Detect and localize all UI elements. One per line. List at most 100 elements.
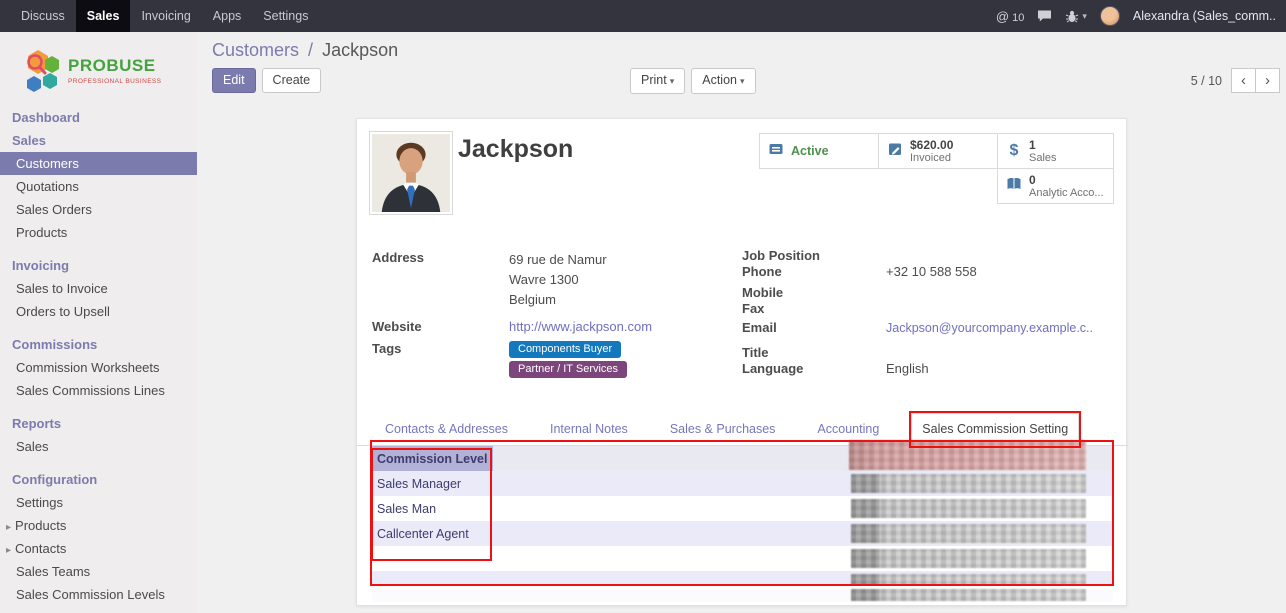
redacted-cell-value [851, 499, 1086, 518]
sidebar-item-sales-commissions-lines[interactable]: Sales Commissions Lines [0, 379, 197, 402]
sidebar-item-config-contacts[interactable]: ▸ Contacts [0, 537, 197, 560]
sidebar-item-commission-worksheets[interactable]: Commission Worksheets [0, 356, 197, 379]
sidebar-item-sales-orders[interactable]: Sales Orders [0, 198, 197, 221]
active-toggle-icon [768, 141, 784, 162]
analytic-accounts-stat-button[interactable]: 0 Analytic Acco... [997, 168, 1114, 204]
website-link[interactable]: http://www.jackpson.com [509, 319, 652, 334]
caret-down-icon: ▾ [740, 76, 745, 86]
record-pager: 5 / 10 ‹ › [1191, 68, 1280, 93]
probuse-logo-text: PROBUSE PROFESSIONAL BUSINESS [68, 56, 161, 85]
sidebar-item-config-products[interactable]: ▸Products [0, 514, 197, 537]
sidebar-section-sales[interactable]: Sales [0, 129, 197, 152]
analytic-count: 0 [1029, 173, 1104, 187]
action-dropdown-button[interactable]: Action▾ [691, 68, 755, 94]
table-row[interactable]: Sales Manager [372, 471, 1113, 496]
sales-count: 1 [1029, 138, 1057, 152]
breadcrumb-separator: / [308, 40, 313, 60]
control-panel: Edit Create Print▾ Action▾ 5 / 10 ‹ › [197, 68, 1286, 94]
sidebar-item-sales-commission-levels[interactable]: Sales Commission Levels [0, 583, 197, 606]
table-row-empty[interactable] [372, 546, 1113, 571]
tab-sales-purchases[interactable]: Sales & Purchases [660, 414, 786, 445]
sidebar-item-config-settings[interactable]: Settings [0, 491, 197, 514]
tag-components-buyer: Components Buyer [509, 341, 621, 358]
sidebar-item-products[interactable]: Products [0, 221, 197, 244]
user-avatar[interactable] [1100, 6, 1120, 26]
app-sidebar: PROBUSE PROFESSIONAL BUSINESS Dashboard … [0, 32, 197, 613]
address-country: Belgium [509, 290, 607, 310]
odoo-app-window: Discuss Sales Invoicing Apps Settings @1… [0, 0, 1286, 613]
top-menu-invoicing[interactable]: Invoicing [130, 0, 201, 32]
sidebar-item-reports-sales[interactable]: Sales [0, 435, 197, 458]
user-menu-label[interactable]: Alexandra (Sales_comm.. [1133, 9, 1276, 23]
commission-level-cell [372, 546, 493, 571]
address-field-label: Address [372, 250, 509, 310]
table-row[interactable]: Sales Man [372, 496, 1113, 521]
pager-previous-button[interactable]: ‹ [1231, 68, 1256, 93]
print-dropdown-button[interactable]: Print▾ [630, 68, 685, 94]
breadcrumb-current-record: Jackpson [322, 40, 398, 60]
sidebar-section-dashboard[interactable]: Dashboard [0, 106, 197, 129]
email-link[interactable]: Jackpson@yourcompany.example.c.. [886, 320, 1093, 336]
analytic-label: Analytic Acco... [1029, 187, 1104, 200]
topbar-right-tools: @10 ▾ Alexandra (Sales_comm.. [996, 0, 1286, 32]
redacted-cell-value [851, 524, 1086, 543]
top-menu-apps[interactable]: Apps [202, 0, 253, 32]
sidebar-item-quotations[interactable]: Quotations [0, 175, 197, 198]
sidebar-section-commissions[interactable]: Commissions [0, 333, 197, 356]
sidebar-item-sales-teams[interactable]: Sales Teams [0, 560, 197, 583]
table-row-empty[interactable] [372, 571, 1113, 584]
sidebar-section-configuration[interactable]: Configuration [0, 468, 197, 491]
invoice-pencil-icon [887, 141, 903, 162]
phone-field-value: +32 10 588 558 [886, 264, 977, 280]
redacted-footer-value [851, 589, 1086, 601]
sidebar-item-customers[interactable]: Customers [0, 152, 197, 175]
sidebar-item-sales-to-invoice[interactable]: Sales to Invoice [0, 277, 197, 300]
sidebar-menu: Dashboard Sales Customers Quotations Sal… [0, 106, 197, 606]
breadcrumb-customers-link[interactable]: Customers [212, 40, 299, 60]
redacted-header-value [849, 440, 1086, 470]
email-field-label: Email [742, 320, 886, 336]
mention-count-badge: 10 [1012, 12, 1024, 24]
sidebar-section-invoicing[interactable]: Invoicing [0, 254, 197, 277]
invoiced-stat-button[interactable]: $620.00 Invoiced [878, 133, 998, 169]
commission-levels-table: Commission Level Sales Manager Sales Man… [372, 446, 1113, 585]
tab-contacts-addresses[interactable]: Contacts & Addresses [375, 414, 518, 445]
tags-field-label: Tags [372, 341, 509, 378]
sidebar-item-orders-to-upsell[interactable]: Orders to Upsell [0, 300, 197, 323]
expand-arrow-icon: ▸ [6, 545, 11, 556]
logo-brand-name: PROBUSE [68, 56, 161, 76]
commission-level-cell [372, 571, 493, 584]
tag-partner-it-services: Partner / IT Services [509, 361, 627, 378]
book-icon [1006, 176, 1022, 197]
mentions-button[interactable]: @10 [996, 9, 1024, 24]
tab-label: Sales Commission Setting [922, 422, 1068, 436]
active-stat-label: Active [791, 144, 829, 158]
top-menu-settings[interactable]: Settings [252, 0, 319, 32]
table-row[interactable]: Callcenter Agent [372, 521, 1113, 546]
top-menu-discuss[interactable]: Discuss [10, 0, 76, 32]
field-group-left: Address 69 rue de Namur Wavre 1300 Belgi… [372, 250, 722, 378]
sidebar-item-label: Contacts [15, 541, 66, 556]
edit-button[interactable]: Edit [212, 68, 256, 93]
active-stat-button[interactable]: Active [759, 133, 879, 169]
top-menu-sales[interactable]: Sales [76, 0, 131, 32]
tab-internal-notes[interactable]: Internal Notes [540, 414, 638, 445]
sales-label: Sales [1029, 152, 1057, 165]
logo-tagline: PROFESSIONAL BUSINESS [68, 78, 161, 85]
title-field-label: Title [742, 345, 886, 361]
debug-menu-button[interactable]: ▾ [1065, 9, 1087, 23]
expand-arrow-icon: ▸ [6, 522, 11, 533]
sidebar-section-reports[interactable]: Reports [0, 412, 197, 435]
messages-icon[interactable] [1037, 9, 1052, 23]
caret-down-icon: ▾ [1082, 11, 1087, 22]
phone-field-label: Phone [742, 264, 886, 280]
invoiced-label: Invoiced [910, 152, 953, 165]
mobile-field-label: Mobile [742, 285, 886, 301]
pager-next-button[interactable]: › [1255, 68, 1280, 93]
pager-counter: 5 / 10 [1191, 74, 1222, 88]
top-menu-bar: Discuss Sales Invoicing Apps Settings [0, 0, 319, 32]
commission-level-column-header[interactable]: Commission Level [372, 446, 493, 471]
sales-stat-button[interactable]: $ 1 Sales [997, 133, 1114, 169]
tags-field-value: Components Buyer Partner / IT Services [509, 341, 627, 378]
create-button[interactable]: Create [262, 68, 322, 93]
